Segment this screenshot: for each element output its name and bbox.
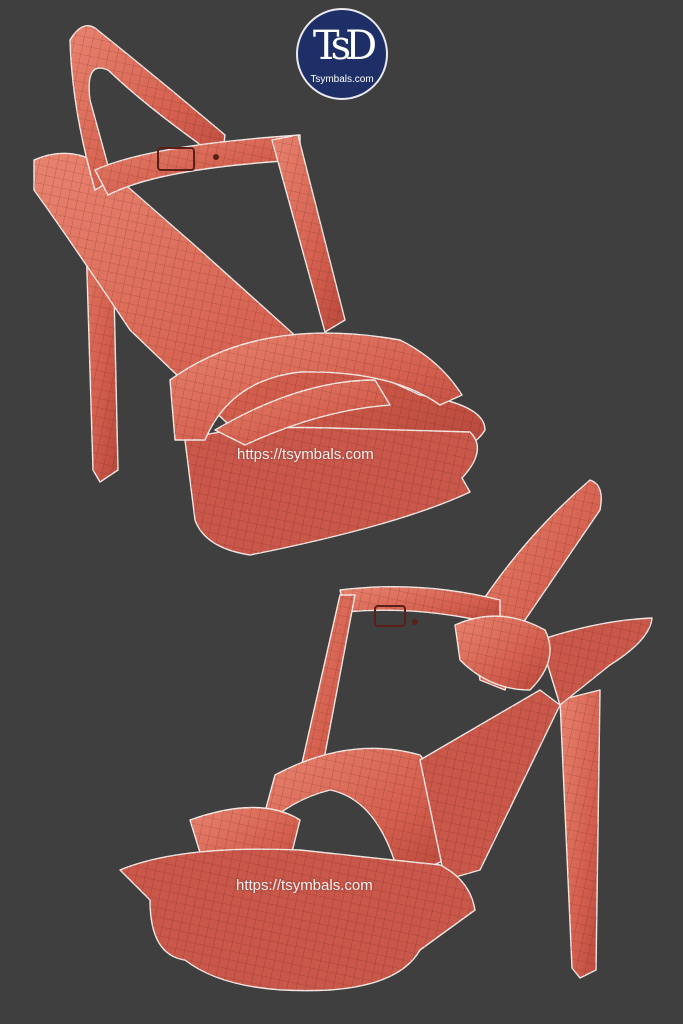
bottom-sandal xyxy=(119,479,653,992)
tsymbals-logo[interactable]: TsD Tsymbals.com xyxy=(296,8,388,100)
watermark-url-bottom: https://tsymbals.com xyxy=(236,877,373,894)
watermark-url-top: https://tsymbals.com xyxy=(237,446,374,463)
sandal-renders xyxy=(33,25,653,992)
logo-text: Tsymbals.com xyxy=(310,74,374,85)
logo-monogram: TsD xyxy=(312,23,377,69)
top-sandal xyxy=(33,25,486,556)
